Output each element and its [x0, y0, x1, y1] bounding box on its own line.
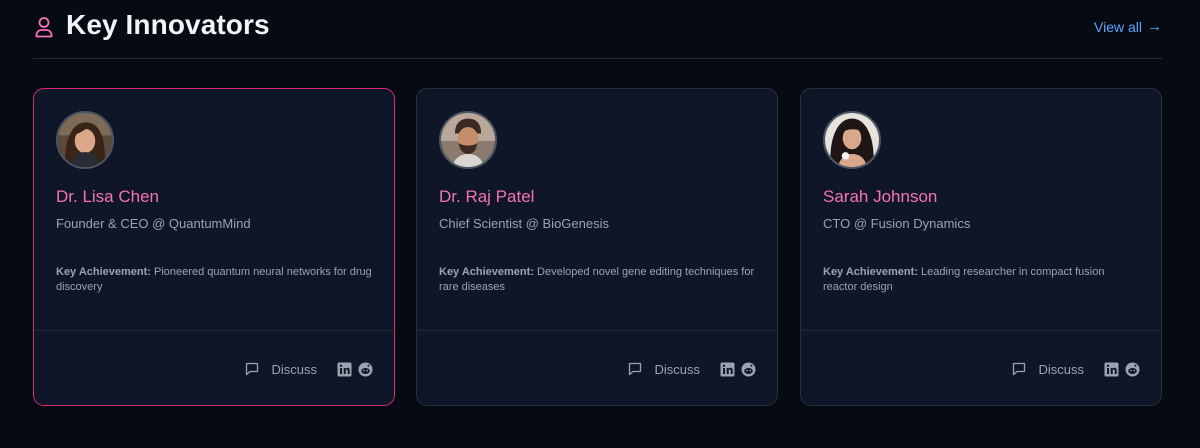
innovator-name: Dr. Raj Patel: [439, 187, 535, 206]
innovator-card[interactable]: Dr. Lisa Chen Founder & CEO @ QuantumMin…: [33, 88, 395, 406]
view-all-label: View all: [1094, 18, 1142, 35]
achievement-label: Key Achievement:: [439, 266, 534, 278]
key-achievement: Key Achievement: Leading researcher in c…: [823, 265, 1141, 295]
linkedin-icon[interactable]: [720, 362, 735, 377]
innovator-card[interactable]: Sarah Johnson CTO @ Fusion Dynamics Key …: [800, 88, 1162, 406]
linkedin-icon[interactable]: [1104, 362, 1119, 377]
innovator-role: Founder & CEO @ QuantumMind: [56, 216, 251, 231]
avatar: [56, 111, 114, 169]
chat-bubble-icon: [1013, 362, 1026, 376]
innovator-role: CTO @ Fusion Dynamics: [823, 216, 971, 231]
user-icon: [35, 17, 53, 38]
key-achievement: Key Achievement: Developed novel gene ed…: [439, 265, 757, 295]
card-divider: [417, 330, 777, 331]
card-actions: Discuss: [628, 359, 756, 379]
card-actions: Discuss: [245, 359, 373, 379]
innovator-name: Dr. Lisa Chen: [56, 187, 159, 206]
chat-bubble-icon: [246, 362, 259, 376]
discuss-button[interactable]: Discuss: [245, 362, 317, 377]
card-divider: [34, 330, 394, 331]
avatar: [439, 111, 497, 169]
achievement-label: Key Achievement:: [823, 266, 918, 278]
avatar: [823, 111, 881, 169]
reddit-icon[interactable]: [741, 362, 756, 377]
innovator-name: Sarah Johnson: [823, 187, 938, 206]
discuss-button[interactable]: Discuss: [1012, 362, 1084, 377]
arrow-right-icon: →: [1147, 18, 1162, 35]
key-achievement: Key Achievement: Pioneered quantum neura…: [56, 265, 374, 295]
chat-bubble-icon: [629, 362, 642, 376]
discuss-label: Discuss: [271, 361, 317, 377]
achievement-label: Key Achievement:: [56, 266, 151, 278]
card-actions: Discuss: [1012, 359, 1140, 379]
discuss-label: Discuss: [1038, 361, 1084, 377]
reddit-icon[interactable]: [1125, 362, 1140, 377]
innovator-card[interactable]: Dr. Raj Patel Chief Scientist @ BioGenes…: [416, 88, 778, 406]
discuss-button[interactable]: Discuss: [628, 362, 700, 377]
view-all-link[interactable]: View all →: [1094, 18, 1162, 35]
card-divider: [801, 330, 1161, 331]
innovator-role: Chief Scientist @ BioGenesis: [439, 216, 609, 231]
reddit-icon[interactable]: [358, 362, 373, 377]
section-header: Key Innovators View all →: [33, 0, 1162, 59]
key-innovators-section: Key Innovators View all → Dr. Lisa Chen …: [0, 0, 1200, 448]
discuss-label: Discuss: [654, 361, 700, 377]
linkedin-icon[interactable]: [337, 362, 352, 377]
page-title: Key Innovators: [66, 9, 270, 40]
